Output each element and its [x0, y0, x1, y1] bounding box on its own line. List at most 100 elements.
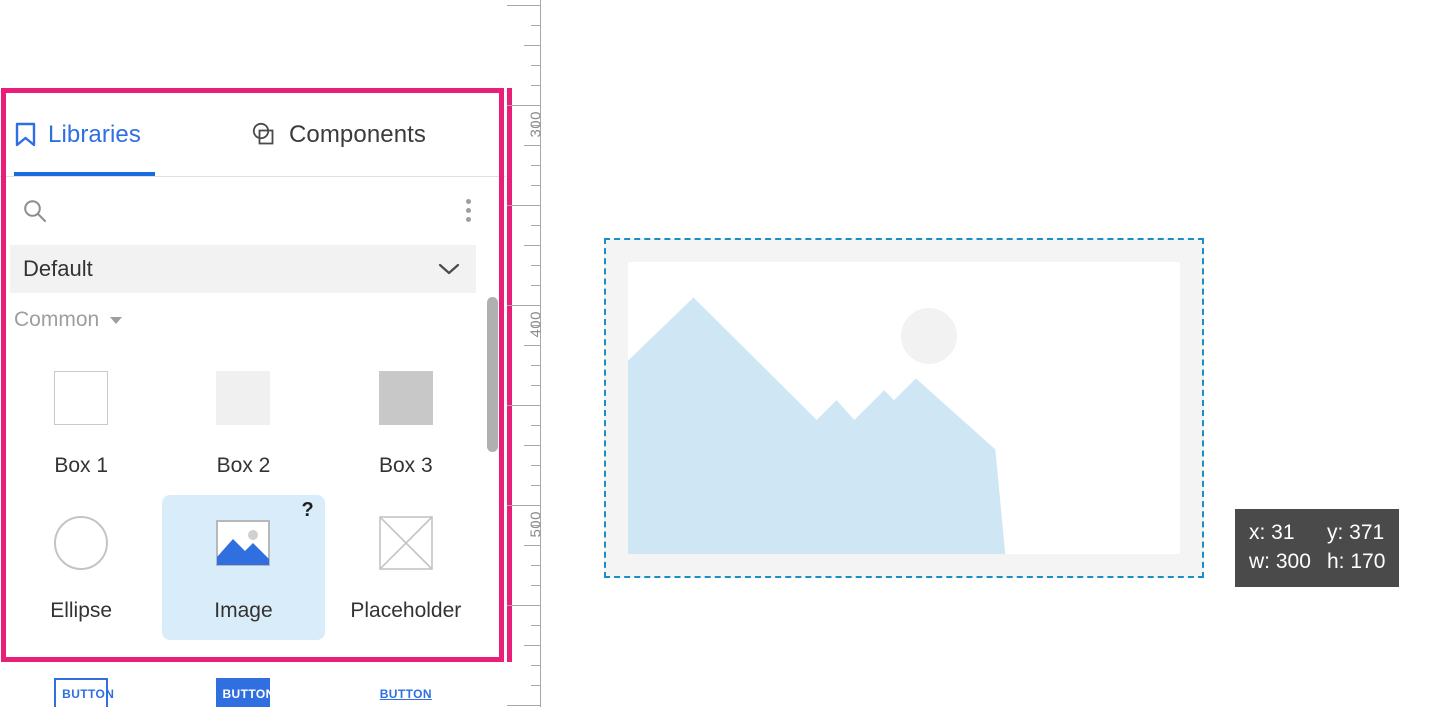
- ruler-tick: [507, 605, 540, 606]
- ruler-tick: [531, 65, 540, 66]
- ruler-tick: [531, 285, 540, 286]
- ruler-tick: [524, 545, 540, 546]
- ruler-tick: [531, 365, 540, 366]
- library-select[interactable]: Default: [10, 245, 476, 293]
- panel-scrollbar-thumb[interactable]: [487, 297, 498, 452]
- design-canvas[interactable]: x: 31 y: 371 w: 300 h: 170: [541, 0, 1454, 707]
- tooltip-w-value: w: 300: [1249, 550, 1311, 573]
- ruler-tick: [507, 505, 540, 506]
- ruler-tick: [531, 385, 540, 386]
- library-item-row: Box 1 Box 2 Box 3: [0, 350, 487, 495]
- triangle-down-icon: [110, 316, 123, 324]
- library-item-image[interactable]: ? Image: [162, 495, 325, 640]
- ruler-tick: [531, 665, 540, 666]
- kebab-dot: [465, 199, 471, 204]
- library-item-row: Ellipse ? Image Placeholder: [0, 495, 487, 640]
- kebab-dot: [465, 217, 471, 222]
- library-button-row: BUTTON BUTTON BUTTON: [0, 666, 487, 707]
- chevron-down-icon: [438, 262, 460, 276]
- library-item-box-1[interactable]: Box 1: [0, 350, 162, 495]
- tab-libraries-label: Libraries: [48, 120, 141, 148]
- library-item-box-2[interactable]: Box 2: [162, 350, 324, 495]
- ruler-tick: [531, 485, 540, 486]
- library-item-label: Ellipse: [50, 599, 113, 622]
- help-badge[interactable]: ?: [301, 499, 313, 522]
- bookmark-icon: [14, 122, 37, 148]
- ruler-tick: [531, 625, 540, 626]
- ruler-tick: [507, 5, 540, 6]
- vertical-ruler[interactable]: 300 400 500: [507, 0, 545, 707]
- library-item-label: Placeholder: [350, 599, 462, 622]
- ruler-tick: [507, 405, 540, 406]
- image-placeholder-graphic: [628, 262, 1180, 554]
- ellipse-thumb-icon: [54, 513, 109, 573]
- ruler-tick: [531, 165, 540, 166]
- placeholder-thumb-icon: [379, 513, 433, 573]
- ruler-tick: [531, 265, 540, 266]
- search-icon[interactable]: [20, 196, 50, 226]
- box-light-thumb-icon: [216, 368, 271, 428]
- library-item-label: Box 2: [216, 454, 271, 477]
- library-item-label: Box 3: [378, 454, 433, 477]
- library-item-button-filled[interactable]: BUTTON: [162, 666, 324, 707]
- panel-tabs: Libraries Components: [0, 93, 506, 177]
- ruler-tick: [507, 305, 540, 306]
- ruler-tick: [524, 645, 540, 646]
- library-item-button-link[interactable]: BUTTON: [325, 666, 487, 707]
- ruler-tick: [531, 685, 540, 686]
- tab-libraries[interactable]: Libraries: [14, 93, 155, 176]
- ruler-tick: [531, 585, 540, 586]
- tab-components-label: Components: [288, 120, 427, 148]
- tooltip-x-value: x: 31: [1249, 521, 1295, 544]
- library-item-button-outline[interactable]: BUTTON: [0, 666, 162, 707]
- image-thumb-icon: [215, 513, 271, 573]
- library-item-ellipse[interactable]: Ellipse: [0, 495, 162, 640]
- group-header-label: Common: [14, 308, 100, 331]
- components-icon: [250, 121, 278, 149]
- ruler-tick: [531, 85, 540, 86]
- tooltip-h-value: h: 170: [1327, 550, 1386, 573]
- group-header-common[interactable]: Common: [14, 308, 123, 332]
- tooltip-position-row: x: 31 y: 371: [1249, 518, 1385, 547]
- library-item-placeholder[interactable]: Placeholder: [325, 495, 487, 640]
- box-outline-thumb-icon: [54, 368, 109, 428]
- ruler-tick: [531, 225, 540, 226]
- tooltip-y-value: y: 371: [1327, 521, 1385, 544]
- ruler-tick: [531, 25, 540, 26]
- library-item-grid: Box 1 Box 2 Box 3 Ellipse ? Image Placeh…: [0, 350, 487, 640]
- library-select-value: Default: [23, 256, 93, 281]
- ruler-tick: [524, 345, 540, 346]
- kebab-menu-icon[interactable]: [448, 189, 488, 233]
- ruler-tick: [531, 565, 540, 566]
- ruler-tick: [531, 465, 540, 466]
- search-input[interactable]: [58, 189, 448, 232]
- search-row: [0, 178, 506, 243]
- ruler-tick: [531, 185, 540, 186]
- image-sun-shape: [901, 308, 957, 364]
- library-item-label: Box 1: [54, 454, 109, 477]
- canvas-image-element[interactable]: [604, 238, 1204, 578]
- kebab-dot: [465, 208, 471, 213]
- ruler-tick: [524, 45, 540, 46]
- library-item-box-3[interactable]: Box 3: [325, 350, 487, 495]
- panel-top-strip: [0, 0, 506, 92]
- ruler-tick: [507, 105, 540, 106]
- ruler-tick: [507, 705, 540, 706]
- ruler-tick: [531, 425, 540, 426]
- size-tooltip: x: 31 y: 371 w: 300 h: 170: [1235, 509, 1400, 587]
- button-outline-label: BUTTON: [54, 678, 114, 707]
- box-gray-thumb-icon: [378, 368, 433, 428]
- ruler-tick: [507, 205, 540, 206]
- library-item-label: Image: [214, 599, 273, 622]
- button-link-label: BUTTON: [379, 687, 432, 701]
- ruler-tick: [524, 245, 540, 246]
- ruler-highlight-range: [507, 88, 512, 662]
- ruler-tick: [524, 145, 540, 146]
- tooltip-size-row: w: 300 h: 170: [1249, 547, 1385, 576]
- ruler-tick: [524, 445, 540, 446]
- library-panel: Libraries Components Default Common Box …: [0, 0, 506, 707]
- image-mountains-shape: [628, 297, 1006, 554]
- tab-components[interactable]: Components: [250, 93, 426, 176]
- button-filled-label: BUTTON: [216, 678, 274, 707]
- tab-active-underline: [14, 172, 155, 176]
